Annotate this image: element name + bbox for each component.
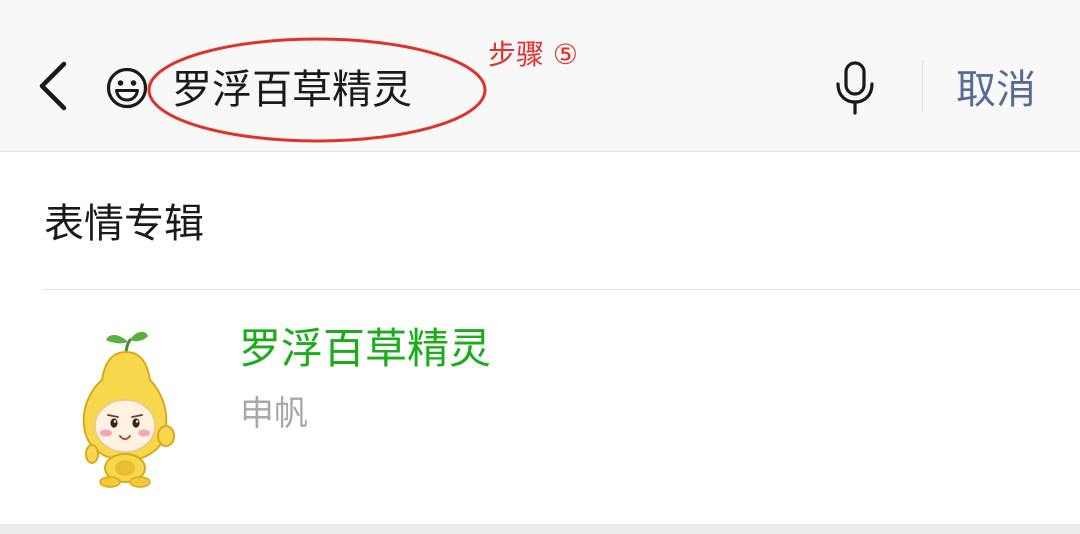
section-title: 表情专辑 (44, 201, 204, 247)
search-bar: 罗浮百草精灵 步骤 ⑤ 取消 (0, 0, 1080, 152)
search-results-screen: 罗浮百草精灵 步骤 ⑤ 取消 表情专辑 罗浮百草精灵 申帆 (0, 0, 1080, 534)
annotation-ellipse (147, 37, 487, 143)
pear-sprite-sticker-icon (82, 331, 175, 488)
search-bar-divider (922, 60, 923, 112)
back-chevron-icon (39, 61, 67, 111)
result-author: 申帆 (240, 394, 308, 434)
smiley-icon (106, 67, 148, 109)
result-title: 罗浮百草精灵 (239, 324, 492, 373)
microphone-icon (836, 61, 874, 115)
back-button[interactable] (30, 56, 74, 116)
voice-input-button[interactable] (833, 60, 877, 116)
cancel-button[interactable]: 取消 (956, 62, 1036, 118)
sticker-album-result[interactable]: 罗浮百草精灵 申帆 (0, 290, 1080, 524)
bottom-separator (0, 524, 1080, 534)
emoji-button[interactable] (106, 67, 148, 109)
step-annotation-label: 步骤 ⑤ (488, 38, 579, 71)
